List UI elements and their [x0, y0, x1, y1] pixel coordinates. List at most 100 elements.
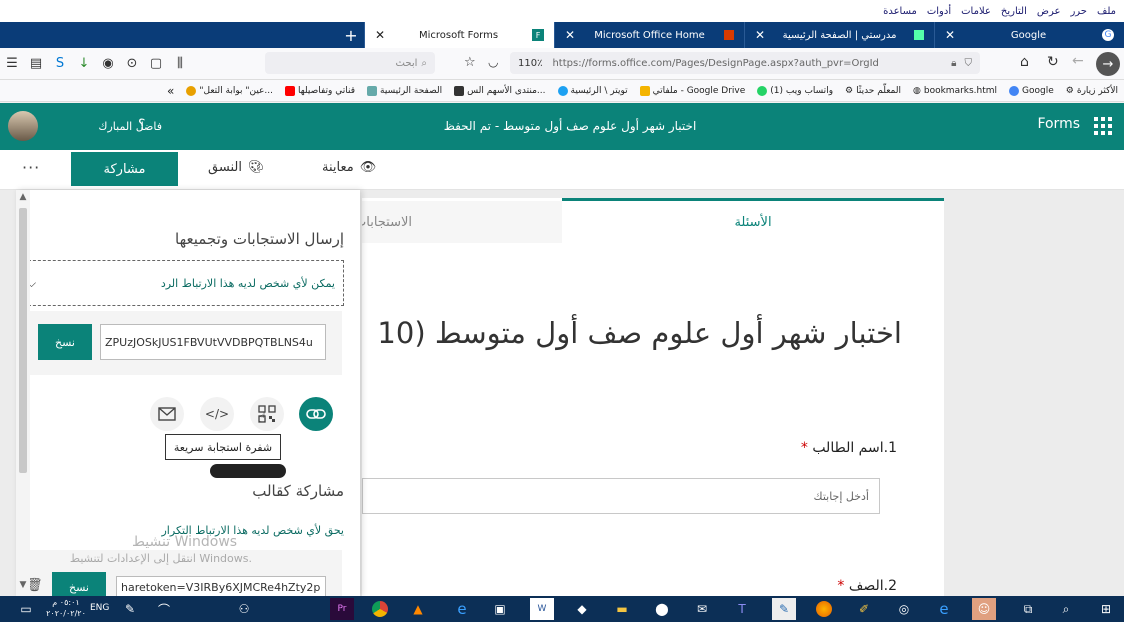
link-permission-dropdown[interactable]: ⌵ يمكن لأي شخص لديه هذا الارتباط الرد — [18, 260, 344, 306]
zoom-level[interactable]: 110٪ — [518, 58, 542, 69]
bookmark-star-icon[interactable]: ☆ — [464, 55, 476, 70]
more-options-icon[interactable]: ··· — [22, 158, 40, 177]
firefox-icon[interactable] — [812, 598, 836, 620]
bookmark-item[interactable]: ⚙ المعلّم حديثًا — [845, 86, 901, 96]
task-view-icon[interactable]: ⧉ — [1016, 598, 1040, 620]
tab-office[interactable]: Microsoft Office Home ✕ — [554, 22, 744, 48]
share-template-title: مشاركة كقالب — [252, 482, 344, 500]
bookmark-item[interactable]: قناتي وتفاصيلها — [285, 85, 355, 96]
mail-icon[interactable]: ✉ — [690, 598, 714, 620]
close-icon[interactable]: ✕ — [755, 28, 765, 42]
template-link-field[interactable]: haretoken=V3IRBy6XJMCRe4hZty2p — [116, 576, 326, 596]
link-button[interactable] — [299, 397, 333, 431]
share-button[interactable]: مشاركة — [71, 152, 178, 186]
tab-responses[interactable]: الاستجابات — [362, 201, 562, 243]
forward-icon[interactable]: → — [1096, 52, 1120, 76]
menu-file[interactable]: ملف — [1097, 6, 1116, 17]
qr-code-button[interactable] — [250, 397, 284, 431]
extension-icon[interactable]: ▤ — [24, 52, 48, 76]
clock-date[interactable]: ٢٠٢٠/٠٢/٢٠ — [44, 609, 88, 618]
panel-scrollbar[interactable]: ▲ ▼ — [16, 190, 30, 596]
scroll-thumb[interactable] — [19, 208, 27, 473]
tab-questions[interactable]: الأسئلة — [562, 198, 944, 243]
chrome-icon[interactable] — [368, 598, 392, 620]
question-1-input[interactable]: أدخل إجابتك — [362, 478, 880, 514]
notification-icon[interactable]: ▭ — [14, 598, 38, 620]
pen-icon[interactable]: ✎ — [118, 598, 142, 620]
word-icon[interactable]: W — [530, 598, 554, 620]
scroll-down-icon[interactable]: ▼ — [16, 580, 30, 590]
bookmark-item[interactable]: تويتر \ الرئيسية — [557, 85, 628, 96]
premiere-icon[interactable]: Pr — [330, 598, 354, 620]
reload-icon[interactable]: ↻ — [1047, 54, 1059, 70]
share-link-field[interactable]: ZPUzJOSkJUS1FBVUtVVDBPQTBLNS4u — [100, 324, 326, 360]
sync-icon[interactable]: ⊙ — [120, 52, 144, 76]
menu-history[interactable]: التاريخ — [1001, 6, 1027, 17]
scroll-up-icon[interactable]: ▲ — [16, 192, 30, 202]
bookmarks-overflow-icon[interactable]: « — [167, 84, 174, 98]
tab-forms[interactable]: F Microsoft Forms ✕ — [364, 22, 554, 48]
teams-icon[interactable]: T — [730, 598, 754, 620]
user-name[interactable]: فاضل المبارك — [52, 120, 162, 133]
search-icon[interactable]: ⌕ — [1054, 598, 1078, 620]
preview-button[interactable]: 👁︎ معاينة — [322, 160, 376, 175]
cursor-icon: ☝︎ — [258, 410, 267, 426]
skype-icon[interactable]: S — [48, 52, 72, 76]
account-icon[interactable]: ◉ — [96, 52, 120, 76]
language-indicator[interactable]: ENG — [90, 603, 109, 613]
media-icon[interactable]: ▣ — [488, 598, 512, 620]
windows-start-icon[interactable]: ⊞ — [1094, 598, 1118, 620]
menu-help[interactable]: مساعدة — [883, 6, 917, 17]
back-icon[interactable]: ← — [1072, 53, 1084, 69]
edge-icon[interactable]: e — [932, 598, 956, 620]
menu-view[interactable]: عرض — [1037, 6, 1061, 17]
close-icon[interactable]: ✕ — [945, 28, 955, 42]
notepad-icon[interactable]: ✎ — [772, 598, 796, 620]
clock-time[interactable]: ٠٥:٠١ م — [46, 598, 86, 607]
download-icon[interactable]: ↓ — [72, 52, 96, 76]
bookmark-item[interactable]: ⚙ الأكثر زيارة — [1066, 86, 1118, 96]
theme-button[interactable]: 🎨︎ النسق — [208, 160, 264, 175]
library-icon[interactable]: ⫼ — [168, 52, 192, 76]
menu-icon[interactable]: ☰ — [0, 52, 24, 76]
home-icon[interactable]: ⌂ — [1020, 54, 1029, 70]
people-icon[interactable]: ⚇ — [232, 598, 256, 620]
address-bar[interactable]: 110٪ https://forms.office.com/Pages/Desi… — [510, 52, 980, 74]
bookmark-item[interactable]: ◍ bookmarks.html — [913, 86, 997, 96]
copy-template-button[interactable]: نسخ — [52, 572, 106, 596]
email-icon — [158, 407, 176, 421]
paint-icon[interactable]: ◆ — [570, 598, 594, 620]
app-launcher-icon[interactable] — [1094, 117, 1112, 135]
bookmark-item[interactable]: منتدى الأسهم الس... — [454, 85, 546, 96]
pocket-icon[interactable]: ◡ — [488, 55, 498, 69]
wifi-icon[interactable]: ⌒ — [152, 598, 176, 620]
bookmark-item[interactable]: الصفحة الرئيسية — [367, 85, 442, 96]
email-button[interactable] — [150, 397, 184, 431]
bookmark-item[interactable]: "عين" بوابة التعل... — [186, 85, 273, 96]
close-icon[interactable]: ✕ — [565, 28, 575, 42]
maps-icon[interactable]: ⬤ — [650, 598, 674, 620]
camera-icon[interactable]: ◎ — [892, 598, 916, 620]
brush-icon[interactable]: ✐ — [852, 598, 876, 620]
bookmark-item[interactable]: Google — [1009, 85, 1054, 96]
search-field[interactable]: ابحث ⌕ — [265, 52, 435, 74]
new-tab-button[interactable]: + — [338, 22, 364, 48]
tab-school[interactable]: مدرستي | الصفحة الرئيسية ✕ — [744, 22, 934, 48]
menu-tools[interactable]: أدوات — [927, 6, 951, 17]
close-icon[interactable]: ✕ — [375, 28, 385, 42]
bookmark-item[interactable]: (1) واتساب ويب — [757, 85, 833, 96]
sidebar-icon[interactable]: ▢ — [144, 52, 168, 76]
forms-brand[interactable]: Forms — [1020, 116, 1080, 132]
avatar[interactable] — [8, 111, 38, 141]
menu-bookmarks[interactable]: علامات — [961, 6, 991, 17]
vlc-icon[interactable]: ▲ — [406, 598, 430, 620]
explorer-icon[interactable]: ▬ — [610, 598, 634, 620]
app-icon[interactable]: ☺ — [972, 598, 996, 620]
ie-icon[interactable]: e — [450, 598, 474, 620]
tab-google[interactable]: G Google ✕ — [934, 22, 1124, 48]
copy-link-button[interactable]: نسخ — [38, 324, 92, 360]
bookmark-item[interactable]: ملفاتي - Google Drive — [639, 85, 745, 96]
embed-button[interactable]: </> — [200, 397, 234, 431]
quiz-title[interactable]: اختبار شهر أول علوم صف أول متوسط (10 — [370, 316, 902, 350]
menu-edit[interactable]: حرر — [1070, 6, 1087, 17]
